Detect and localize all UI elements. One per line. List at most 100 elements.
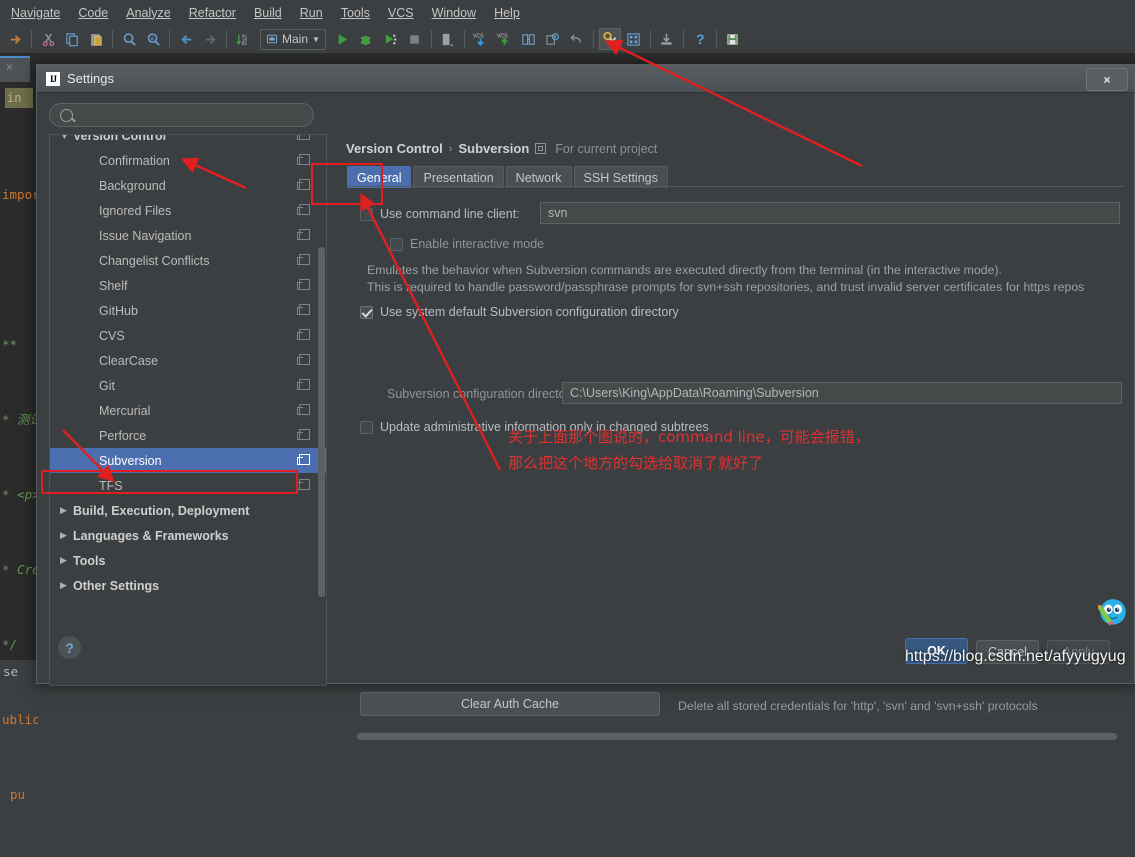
copy-settings-icon[interactable] xyxy=(297,229,310,240)
copy-settings-icon[interactable] xyxy=(297,254,310,265)
sidebar-item-git[interactable]: Git xyxy=(50,373,326,398)
help-icon[interactable]: ? xyxy=(689,28,711,50)
menu-item-vcs[interactable]: VCS xyxy=(379,3,423,23)
menu-item-analyze[interactable]: Analyze xyxy=(117,3,179,23)
menu-item-tools[interactable]: Tools xyxy=(332,3,379,23)
sidebar-item-version-control[interactable]: ▼ Version Control xyxy=(50,135,326,148)
use-default-config-dir-row[interactable]: Use system default Subversion configurat… xyxy=(360,305,679,319)
rollback-icon[interactable] xyxy=(437,28,459,50)
tab-presentation[interactable]: Presentation xyxy=(413,166,504,188)
toggle-bookmarks-icon[interactable]: 01 10 01 xyxy=(232,28,254,50)
editor-tab[interactable] xyxy=(0,56,30,82)
stop-icon[interactable] xyxy=(404,28,426,50)
editor-bottom-text: se xyxy=(3,664,19,679)
settings-icon[interactable] xyxy=(598,28,621,50)
copy-settings-icon[interactable] xyxy=(297,329,310,340)
breadcrumb-root[interactable]: Version Control xyxy=(346,141,443,156)
history-icon[interactable] xyxy=(542,28,564,50)
undo-icon[interactable] xyxy=(566,28,588,50)
config-directory-input[interactable]: C:\Users\King\AppData\Roaming\Subversion xyxy=(562,382,1122,404)
panel-hscrollbar-thumb[interactable] xyxy=(357,733,1117,740)
sidebar-item-shelf[interactable]: Shelf xyxy=(50,273,326,298)
copy-settings-icon[interactable] xyxy=(297,379,310,390)
close-icon[interactable]: × xyxy=(1086,68,1128,91)
menu-item-help[interactable]: Help xyxy=(485,3,529,23)
sidebar-item-mercurial[interactable]: Mercurial xyxy=(50,398,326,423)
debug-icon[interactable] xyxy=(356,28,378,50)
menu-item-run[interactable]: Run xyxy=(291,3,332,23)
tab-network[interactable]: Network xyxy=(505,166,572,188)
chevron-right-icon[interactable]: ▶ xyxy=(60,580,73,591)
settings-search[interactable] xyxy=(49,103,314,127)
sidebar-item-ignored-files[interactable]: Ignored Files xyxy=(50,198,326,223)
find-icon[interactable] xyxy=(118,28,140,50)
menu-item-window[interactable]: Window xyxy=(423,3,485,23)
copy-settings-icon[interactable] xyxy=(297,429,310,440)
sidebar-item-label: Other Settings xyxy=(73,578,160,593)
sidebar-item-issue-navigation[interactable]: Issue Navigation xyxy=(50,223,326,248)
sidebar-item-languages-frameworks[interactable]: ▶ Languages & Frameworks xyxy=(50,523,326,548)
close-icon[interactable]: × xyxy=(6,60,13,74)
copy-settings-icon[interactable] xyxy=(297,154,310,165)
copy-settings-icon[interactable] xyxy=(297,135,310,140)
update-admin-info-checkbox[interactable] xyxy=(360,420,373,434)
copy-settings-icon[interactable] xyxy=(297,204,310,215)
project-structure-icon[interactable] xyxy=(623,28,645,50)
sidebar-item-clearcase[interactable]: ClearCase xyxy=(50,348,326,373)
enable-interactive-mode-row[interactable]: Enable interactive mode xyxy=(390,237,544,251)
sidebar-item-background[interactable]: Background xyxy=(50,173,326,198)
sdk-icon[interactable] xyxy=(722,28,744,50)
vcs-update-icon[interactable]: VCS xyxy=(470,28,492,50)
use-command-line-client-row[interactable]: Use command line client: xyxy=(360,207,520,221)
menu-item-build[interactable]: Build xyxy=(245,3,291,23)
enable-interactive-mode-checkbox[interactable] xyxy=(390,237,403,251)
use-default-config-dir-checkbox[interactable] xyxy=(360,305,373,319)
chevron-right-icon[interactable]: ▶ xyxy=(60,505,73,516)
copy-settings-icon[interactable] xyxy=(297,354,310,365)
menu-item-refactor[interactable]: Refactor xyxy=(180,3,245,23)
sidebar-scrollbar-thumb[interactable] xyxy=(318,247,325,597)
sidebar-item-other-settings[interactable]: ▶ Other Settings xyxy=(50,573,326,598)
chevron-down-icon[interactable]: ▼ xyxy=(60,135,73,141)
command-line-path-input[interactable]: svn xyxy=(540,202,1120,224)
back-icon[interactable] xyxy=(175,28,197,50)
help-button[interactable]: ? xyxy=(58,636,81,659)
copy-settings-icon[interactable] xyxy=(297,479,310,490)
sidebar-item-tools[interactable]: ▶ Tools xyxy=(50,548,326,573)
coverage-icon[interactable] xyxy=(380,28,402,50)
use-default-config-dir-label: Use system default Subversion configurat… xyxy=(380,305,679,319)
copy-icon[interactable] xyxy=(61,28,83,50)
copy-settings-icon[interactable] xyxy=(297,404,310,415)
forward-arrow-icon[interactable] xyxy=(4,28,26,50)
run-icon[interactable] xyxy=(332,28,354,50)
tab-ssh-settings[interactable]: SSH Settings xyxy=(573,166,668,188)
cut-icon[interactable] xyxy=(37,28,59,50)
compare-icon[interactable] xyxy=(518,28,540,50)
chevron-right-icon[interactable]: ▶ xyxy=(60,555,73,566)
paste-icon[interactable] xyxy=(85,28,107,50)
sidebar-item-changelist-conflicts[interactable]: Changelist Conflicts xyxy=(50,248,326,273)
sidebar-item-github[interactable]: GitHub xyxy=(50,298,326,323)
clear-auth-cache-button[interactable]: Clear Auth Cache xyxy=(360,692,660,716)
copy-settings-icon[interactable] xyxy=(297,454,310,465)
chevron-right-icon[interactable]: ▶ xyxy=(60,530,73,541)
settings-tree[interactable]: ▼ Version Control Confirmation Background Ig… xyxy=(49,134,327,686)
vcs-commit-icon[interactable]: VCS xyxy=(494,28,516,50)
sidebar-item-confirmation[interactable]: Confirmation xyxy=(50,148,326,173)
copy-settings-icon[interactable] xyxy=(297,304,310,315)
sidebar-item-cvs[interactable]: CVS xyxy=(50,323,326,348)
sidebar-item-build-execution-deployment[interactable]: ▶ Build, Execution, Deployment xyxy=(50,498,326,523)
find-usages-icon[interactable]: A xyxy=(142,28,164,50)
copy-settings-icon[interactable] xyxy=(297,179,310,190)
sidebar-item-perforce[interactable]: Perforce xyxy=(50,423,326,448)
search-input[interactable] xyxy=(49,103,314,127)
sidebar-item-label: Languages & Frameworks xyxy=(73,528,229,543)
run-config-label: Main xyxy=(282,32,309,46)
menu-item-navigate[interactable]: Navigate xyxy=(2,3,69,23)
copy-settings-icon[interactable] xyxy=(297,279,310,290)
use-command-line-client-checkbox[interactable] xyxy=(360,207,373,221)
forward-icon[interactable] xyxy=(199,28,221,50)
run-configuration-selector[interactable]: Main ▼ xyxy=(260,28,326,50)
install-icon[interactable] xyxy=(656,28,678,50)
menu-item-code[interactable]: Code xyxy=(69,3,117,23)
